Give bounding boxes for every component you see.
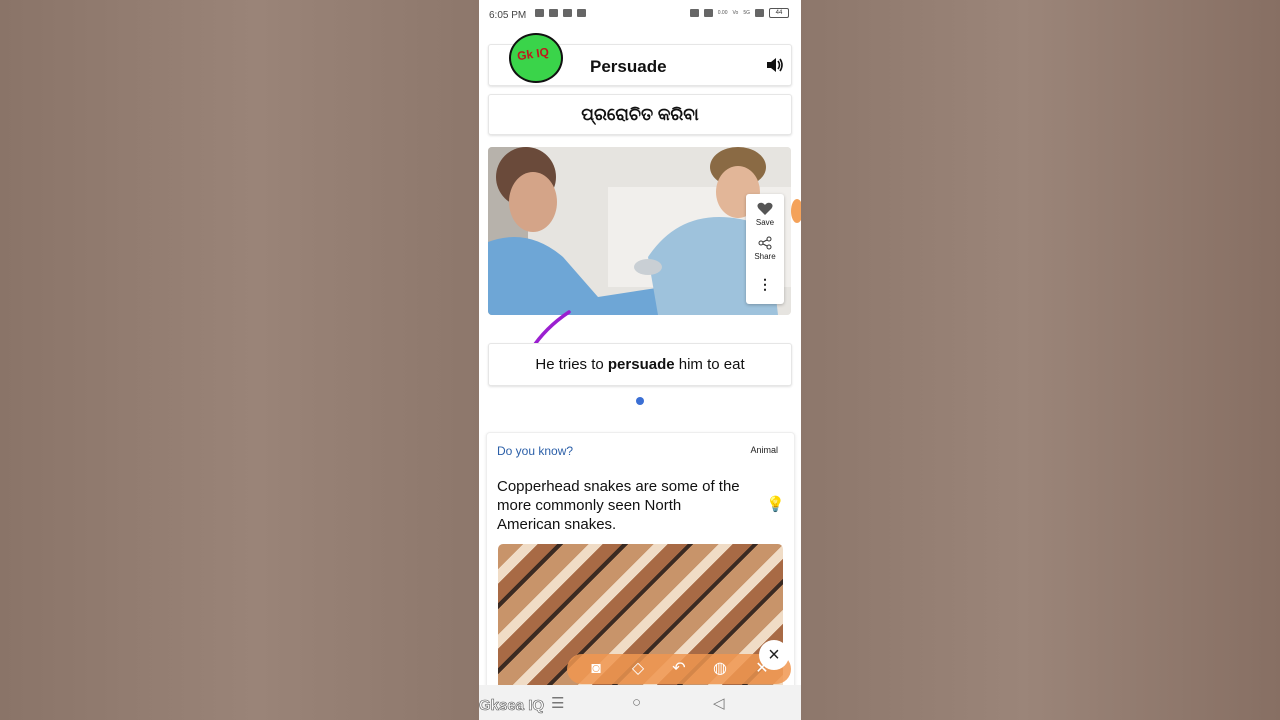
youtube-icon <box>549 9 558 17</box>
share-button[interactable]: Share <box>746 236 784 261</box>
undo-icon[interactable]: ↶ <box>668 659 690 679</box>
logo-text: Gk IQ <box>516 44 550 64</box>
translation-card: ପ୍ରରୋଚିତ କରିବା <box>488 94 792 135</box>
share-icon <box>758 236 772 250</box>
sentence-before: He tries to <box>535 356 608 373</box>
home-button[interactable]: ○ <box>632 694 641 711</box>
status-bar: 6:05 PM 0.00 Vo 5G 44 <box>479 0 801 32</box>
bluetooth-icon <box>703 9 713 17</box>
floating-bubble[interactable] <box>791 199 801 223</box>
menu-button[interactable]: ☰ <box>551 694 564 712</box>
lightbulb-icon: 💡 <box>766 496 785 513</box>
phone-screen: 6:05 PM 0.00 Vo 5G 44 Gk IQ Persuade ପ୍ର… <box>479 0 801 720</box>
eraser-icon[interactable]: ◇ <box>627 659 649 679</box>
back-button[interactable]: ◁ <box>713 694 725 712</box>
status-time: 6:05 PM <box>489 10 527 21</box>
did-you-know-title: Do you know? <box>497 444 574 458</box>
camera-icon[interactable]: ◙ <box>585 659 607 679</box>
translation-text: ପ୍ରରୋଚିତ କରିବା <box>581 105 699 124</box>
palette-icon[interactable]: ◍ <box>709 659 731 679</box>
word-title: Persuade <box>590 57 667 76</box>
fact-category: Animal <box>750 445 778 455</box>
volte-label: Vo <box>732 9 739 16</box>
data-speed: 0.00 <box>717 9 728 16</box>
speaker-icon[interactable] <box>766 57 784 73</box>
video-icon <box>535 9 544 17</box>
sentence-after: him to eat <box>674 356 745 373</box>
heart-icon <box>757 202 773 215</box>
image-action-panel: Save Share ⋮ <box>746 194 784 304</box>
word-header-card: Gk IQ Persuade <box>488 33 792 86</box>
page-indicator-dot[interactable] <box>636 397 644 405</box>
notification-icons <box>535 9 586 17</box>
save-button[interactable]: Save <box>746 202 784 227</box>
more-options-icon[interactable]: ⋮ <box>746 276 784 293</box>
example-sentence: He tries to persuade him to eat <box>535 356 744 373</box>
shield-icon <box>563 9 572 17</box>
app-logo: Gk IQ <box>509 33 563 83</box>
network-type: 5G <box>743 9 750 16</box>
example-sentence-card: He tries to persuade him to eat <box>488 343 792 386</box>
close-overlay-button[interactable]: × <box>759 640 789 670</box>
status-right: 0.00 Vo 5G 44 <box>689 8 789 18</box>
share-label: Share <box>754 252 776 261</box>
cast-icon <box>689 9 699 17</box>
save-label: Save <box>755 218 775 227</box>
signal-icon <box>755 9 764 17</box>
fact-text: Copperhead snakes are some of the more c… <box>497 478 740 533</box>
sentence-keyword: persuade <box>607 356 675 373</box>
cloud-icon <box>577 9 586 17</box>
channel-watermark: Gksea IQ <box>479 697 545 715</box>
drawing-toolbar: ◙ ◇ ↶ ◍ ✕ <box>567 654 791 684</box>
battery-icon: 44 <box>769 8 789 18</box>
